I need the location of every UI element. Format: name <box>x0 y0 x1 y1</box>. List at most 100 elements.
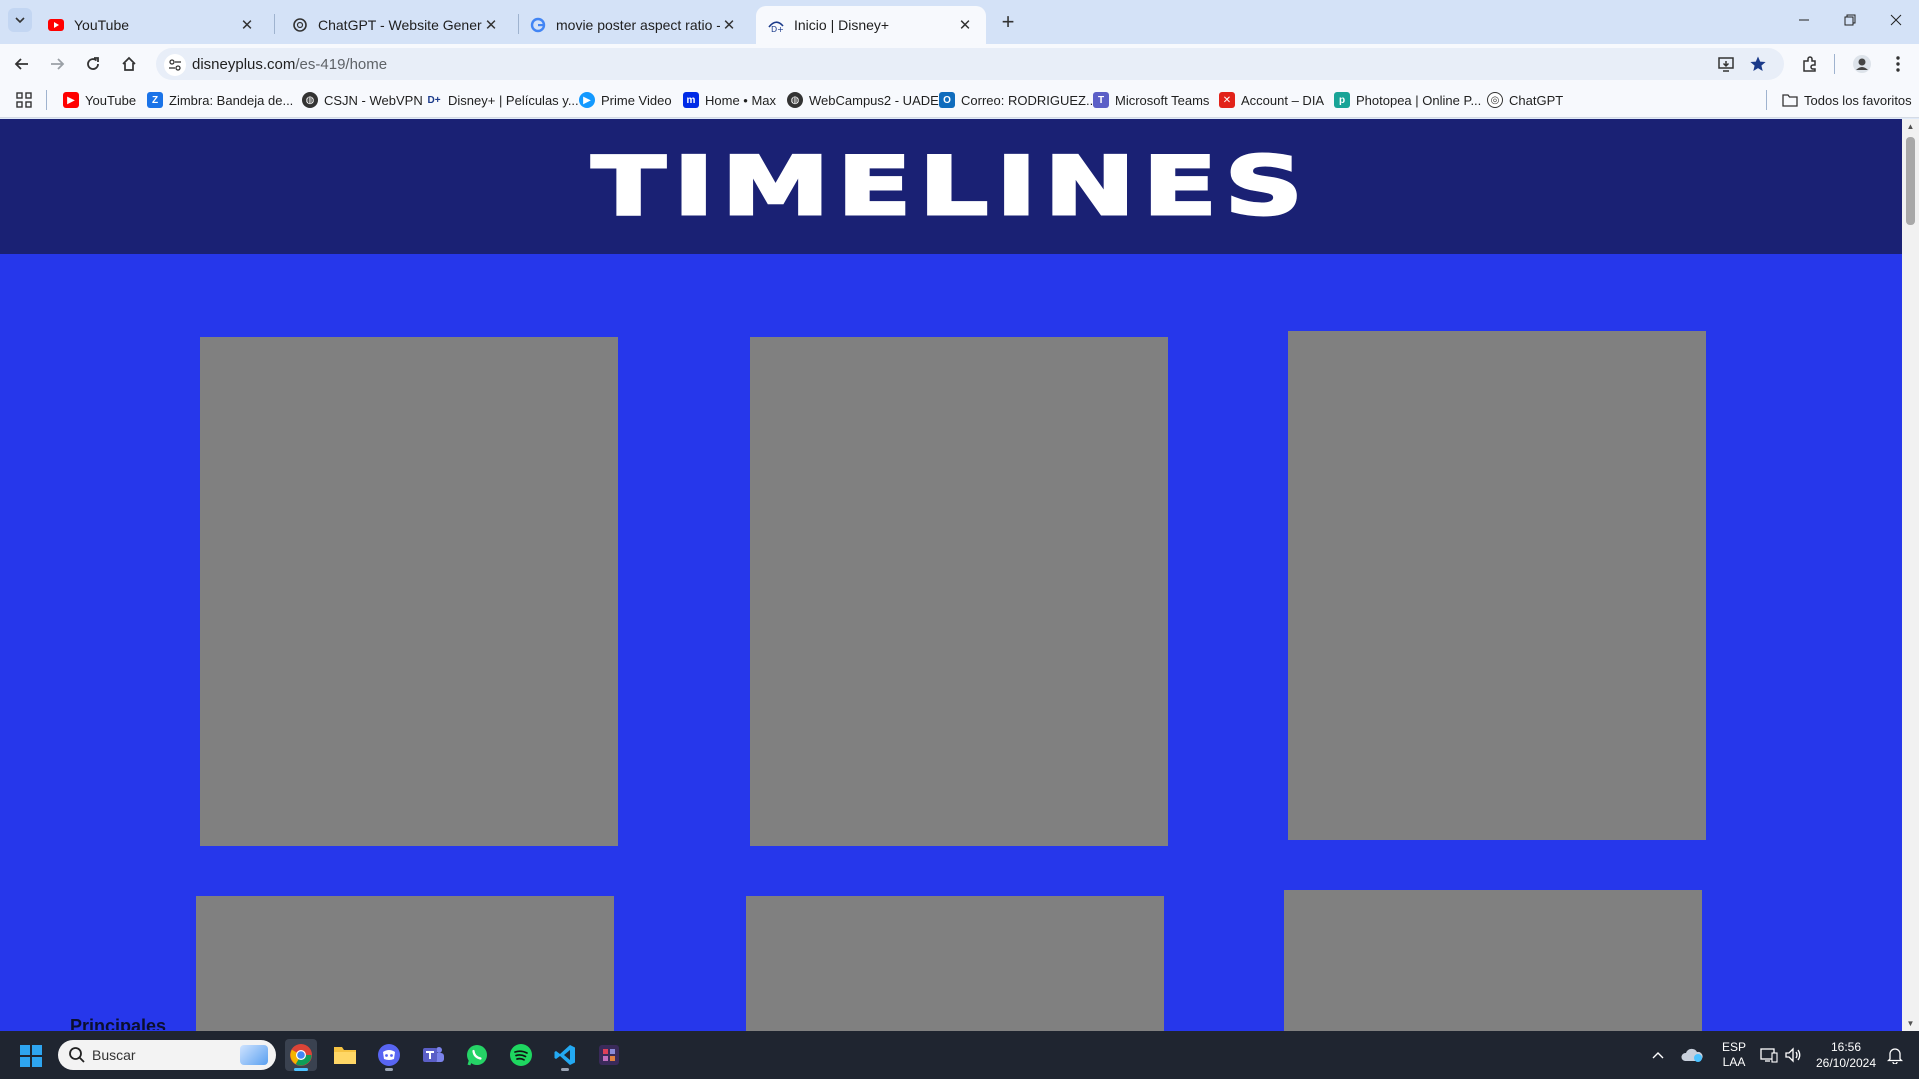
close-icon <box>1890 14 1902 26</box>
file-explorer-icon[interactable] <box>329 1039 361 1071</box>
movie-poster[interactable] <box>200 337 618 846</box>
teams-icon: T <box>1093 92 1109 108</box>
url-domain: disneyplus.com <box>192 55 296 73</box>
close-tab-icon[interactable]: ✕ <box>956 16 974 34</box>
outlook-icon: O <box>939 92 955 108</box>
bookmark-photopea[interactable]: p Photopea | Online P... <box>1334 90 1481 110</box>
tab-title: movie poster aspect ratio - Bus <box>556 17 720 33</box>
language-indicator[interactable]: ESP LAA <box>1714 1031 1754 1079</box>
close-tab-icon[interactable]: ✕ <box>238 16 256 34</box>
show-hidden-icons-chevron-icon[interactable] <box>1646 1031 1670 1079</box>
tab-google-search[interactable]: movie poster aspect ratio - Bus ✕ <box>518 6 750 44</box>
minimize-button[interactable] <box>1784 4 1824 36</box>
windows-taskbar: Buscar ESP LAA 16:56 26/10/2024 <box>0 1031 1919 1079</box>
movie-poster[interactable] <box>1288 331 1706 840</box>
whatsapp-icon[interactable] <box>461 1039 493 1071</box>
bookmark-youtube[interactable]: ▶ YouTube <box>63 90 136 110</box>
bookmark-disney-plus[interactable]: D+ Disney+ | Películas y... <box>426 90 578 110</box>
bookmark-star-icon[interactable] <box>1748 54 1768 74</box>
toolbar-separator <box>1834 54 1835 74</box>
bookmark-teams[interactable]: T Microsoft Teams <box>1093 90 1209 110</box>
home-button[interactable] <box>115 50 143 78</box>
bookmark-label: CSJN - WebVPN <box>324 92 423 108</box>
new-tab-button[interactable]: + <box>994 8 1022 36</box>
zimbra-icon: Z <box>147 92 163 108</box>
page-scrollbar[interactable]: ▲ ▼ <box>1902 119 1919 1031</box>
restore-button[interactable] <box>1830 4 1870 36</box>
reload-button[interactable] <box>79 50 107 78</box>
windows-start-icon[interactable] <box>20 1045 42 1067</box>
browser-menu-button[interactable] <box>1884 50 1912 78</box>
onedrive-icon[interactable] <box>1678 1031 1706 1079</box>
address-bar[interactable]: disneyplus.com/es-419/home <box>156 48 1784 80</box>
tab-title: YouTube <box>74 17 130 33</box>
bookmark-csjn[interactable]: ◍ CSJN - WebVPN <box>302 90 423 110</box>
restore-icon <box>1844 14 1856 26</box>
bookmark-label: Zimbra: Bandeja de... <box>169 92 294 108</box>
bookmark-label: ChatGPT <box>1509 92 1564 108</box>
bookmark-prime-video[interactable]: ▶ Prime Video <box>579 90 672 110</box>
site-header: TIMELINES <box>0 119 1902 254</box>
apps-grid-button[interactable] <box>16 90 32 110</box>
teams-icon[interactable] <box>417 1039 449 1071</box>
spotify-icon[interactable] <box>505 1039 537 1071</box>
extensions-button[interactable] <box>1796 50 1824 78</box>
movie-poster[interactable] <box>746 896 1164 1031</box>
search-icon <box>69 1047 85 1063</box>
bookmark-max[interactable]: m Home • Max <box>683 90 776 110</box>
tab-chatgpt[interactable]: ChatGPT - Website Generator ✕ <box>280 6 512 44</box>
bookmarks-bar: ▶ YouTube Z Zimbra: Bandeja de... ◍ CSJN… <box>0 82 1919 118</box>
profile-button[interactable] <box>1848 50 1876 78</box>
bookmark-zimbra[interactable]: Z Zimbra: Bandeja de... <box>147 90 293 110</box>
site-info-icon[interactable] <box>164 54 186 76</box>
prime-video-icon: ▶ <box>579 92 595 108</box>
movie-poster[interactable] <box>750 337 1168 846</box>
taskbar-search-box[interactable]: Buscar <box>58 1040 276 1070</box>
scroll-up-icon[interactable]: ▲ <box>1906 122 1915 131</box>
svg-text:D+: D+ <box>771 25 784 33</box>
tab-youtube[interactable]: YouTube ✕ <box>36 6 268 44</box>
system-clock[interactable]: 16:56 26/10/2024 <box>1808 1031 1884 1079</box>
forward-button[interactable] <box>43 50 71 78</box>
bookmark-chatgpt[interactable]: ◎ ChatGPT <box>1487 90 1563 110</box>
scroll-down-icon[interactable]: ▼ <box>1906 1019 1915 1028</box>
install-app-icon[interactable] <box>1716 54 1736 74</box>
notifications-bell-icon[interactable] <box>1882 1031 1908 1079</box>
volume-icon[interactable] <box>1780 1031 1806 1079</box>
network-icon[interactable] <box>1756 1031 1782 1079</box>
bookmark-webcampus[interactable]: ◍ WebCampus2 - UADE <box>787 90 939 110</box>
close-window-button[interactable] <box>1876 4 1916 36</box>
home-icon <box>122 56 136 71</box>
youtube-icon <box>48 17 64 33</box>
bookmark-outlook[interactable]: O Correo: RODRIGUEZ... <box>939 90 1097 110</box>
game-icon[interactable] <box>593 1039 625 1071</box>
browser-toolbar: disneyplus.com/es-419/home <box>0 44 1919 82</box>
bookmark-label: Photopea | Online P... <box>1356 92 1482 108</box>
tab-search-button[interactable] <box>8 8 32 32</box>
bookmark-label: Microsoft Teams <box>1115 92 1210 108</box>
tab-separator <box>274 14 275 34</box>
search-highlight-icon <box>240 1045 268 1065</box>
discord-icon[interactable] <box>373 1039 405 1071</box>
close-tab-icon[interactable]: ✕ <box>720 16 738 34</box>
vscode-icon[interactable] <box>549 1039 581 1071</box>
disney-plus-icon: D+ <box>427 94 441 106</box>
chatgpt-icon: ◎ <box>1487 92 1503 108</box>
chevron-down-icon <box>15 17 25 24</box>
back-button[interactable] <box>8 50 36 78</box>
close-tab-icon[interactable]: ✕ <box>482 16 500 34</box>
bookmark-label: Prime Video <box>601 92 672 108</box>
movie-poster[interactable] <box>196 896 614 1031</box>
bookmark-dia[interactable]: ✕ Account – DIA <box>1219 90 1324 110</box>
all-bookmarks-button[interactable]: Todos los favoritos <box>1782 90 1912 110</box>
tab-disney-plus[interactable]: D+ Inicio | Disney+ ✕ <box>756 6 986 44</box>
scroll-thumb[interactable] <box>1906 137 1915 225</box>
search-placeholder: Buscar <box>92 1047 136 1063</box>
youtube-icon: ▶ <box>63 92 79 108</box>
movie-poster[interactable] <box>1284 890 1702 1031</box>
avatar-icon <box>1853 55 1871 73</box>
bookmarks-divider <box>46 90 47 110</box>
language-code: ESP <box>1721 1040 1746 1054</box>
arrow-right-icon <box>51 58 65 70</box>
chrome-icon[interactable] <box>285 1039 317 1071</box>
